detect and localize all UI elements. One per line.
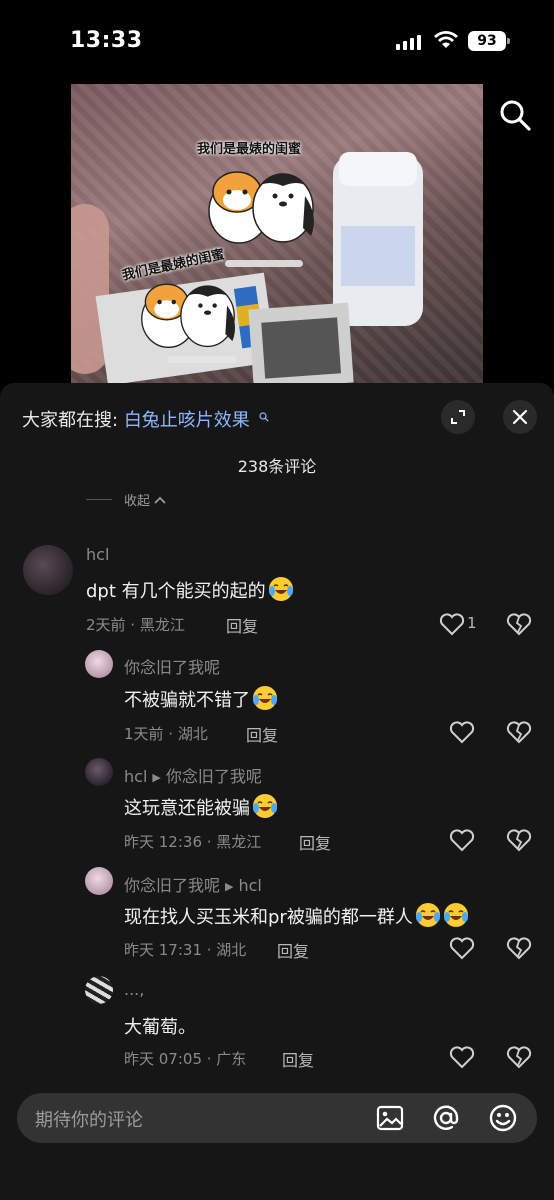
- hot-search-prefix: 大家都在搜:: [22, 410, 119, 431]
- reply-button[interactable]: 回复: [277, 938, 309, 962]
- expand-button[interactable]: [441, 400, 475, 434]
- reply-arrow-icon: ▶: [152, 771, 161, 784]
- comment-username[interactable]: 你念旧了我呢 ▶ hcl: [124, 872, 262, 896]
- avatar[interactable]: [85, 758, 113, 786]
- like-heart-icon[interactable]: [449, 1045, 475, 1069]
- comment-input-placeholder: 期待你的评论: [35, 1110, 143, 1131]
- dislike-broken-heart-icon[interactable]: [506, 936, 532, 960]
- medicine-bottle-image: [333, 152, 423, 326]
- like-heart-icon[interactable]: [449, 720, 475, 744]
- comment-username[interactable]: hcl: [86, 545, 109, 564]
- dislike-broken-heart-icon[interactable]: [506, 720, 532, 744]
- comment-username[interactable]: 你念旧了我呢: [124, 654, 220, 678]
- expand-icon: [451, 410, 465, 424]
- reply-button[interactable]: 回复: [246, 722, 278, 746]
- dislike-broken-heart-icon[interactable]: [506, 612, 532, 636]
- comment-text: dpt 有几个能买的起的: [86, 576, 294, 603]
- laughing-crying-emoji-icon: [253, 794, 277, 818]
- like-count: 1: [467, 614, 477, 632]
- comment-username[interactable]: ...,: [124, 980, 144, 999]
- hot-search-link[interactable]: 白兔止咳片效果: [124, 410, 250, 431]
- comment-count: 238条评论: [237, 457, 317, 476]
- close-icon: [512, 409, 528, 425]
- reply-button[interactable]: 回复: [282, 1047, 314, 1071]
- image-icon[interactable]: [374, 1102, 406, 1134]
- avatar[interactable]: [85, 976, 113, 1004]
- dog-sticker-left: [141, 283, 236, 348]
- dog-sticker-top: [208, 171, 314, 244]
- search-icon: [258, 412, 269, 422]
- comment-meta: 昨天 12:36 · 黑龙江: [124, 833, 262, 851]
- dislike-broken-heart-icon[interactable]: [506, 828, 532, 852]
- blur-bar: [225, 260, 303, 267]
- laughing-crying-emoji-icon: [268, 577, 293, 601]
- comment-username[interactable]: hcl ▶ 你念旧了我呢: [124, 763, 262, 787]
- chevron-up-icon: [154, 496, 166, 504]
- comments-panel: 大家都在搜: 白兔止咳片效果 238条评论 收起 hcl dpt 有几个能买的起…: [0, 383, 554, 1200]
- laughing-crying-emoji-icon: [443, 903, 468, 927]
- comment-text: 这玩意还能被骗: [124, 793, 278, 820]
- battery-icon: 93: [468, 31, 510, 51]
- comment-text: 现在找人买玉米和pr被骗的都一群人: [124, 902, 469, 929]
- comment-meta: 2天前 · 黑龙江: [86, 616, 185, 634]
- avatar[interactable]: [85, 650, 113, 678]
- comment-input[interactable]: 期待你的评论: [17, 1093, 537, 1143]
- mention-icon[interactable]: [430, 1102, 462, 1134]
- status-time: 13:33: [70, 28, 143, 53]
- laughing-crying-emoji-icon: [253, 686, 277, 710]
- reply-arrow-icon: ▶: [225, 880, 234, 893]
- sticker-caption-top: 我们是最婊的闺蜜: [197, 142, 302, 157]
- reply-button[interactable]: 回复: [299, 830, 331, 854]
- comment-meta: 1天前 · 湖北: [124, 725, 208, 743]
- avatar[interactable]: [85, 867, 113, 895]
- laughing-crying-emoji-icon: [415, 903, 440, 927]
- signal-icon: [396, 34, 421, 50]
- comment-meta: 昨天 07:05 · 广东: [124, 1050, 247, 1068]
- video-frame[interactable]: 我们是最婊的闺蜜 我们是最婊的闺蜜: [71, 84, 483, 384]
- blur-bar: [167, 356, 237, 363]
- collapse-replies-button[interactable]: 收起: [86, 490, 166, 509]
- close-button[interactable]: [503, 400, 537, 434]
- hot-search[interactable]: 大家都在搜: 白兔止咳片效果: [22, 406, 269, 432]
- emoji-icon[interactable]: [487, 1102, 519, 1134]
- avatar[interactable]: [23, 545, 73, 595]
- like-heart-icon[interactable]: [449, 936, 475, 960]
- like-heart-icon[interactable]: [439, 612, 465, 636]
- dislike-broken-heart-icon[interactable]: [506, 1045, 532, 1069]
- divider: [86, 499, 112, 500]
- like-heart-icon[interactable]: [449, 828, 475, 852]
- comment-text: 大葡萄。: [124, 1017, 196, 1038]
- comment-meta: 昨天 17:31 · 湖北: [124, 941, 247, 959]
- wifi-icon: [434, 31, 458, 48]
- reply-button[interactable]: 回复: [226, 613, 258, 637]
- search-icon[interactable]: [497, 97, 533, 133]
- open-box-image: [248, 302, 354, 384]
- collapse-label: 收起: [124, 494, 151, 509]
- status-bar: 13:33 93: [0, 0, 554, 80]
- comment-text: 不被骗就不错了: [124, 685, 278, 712]
